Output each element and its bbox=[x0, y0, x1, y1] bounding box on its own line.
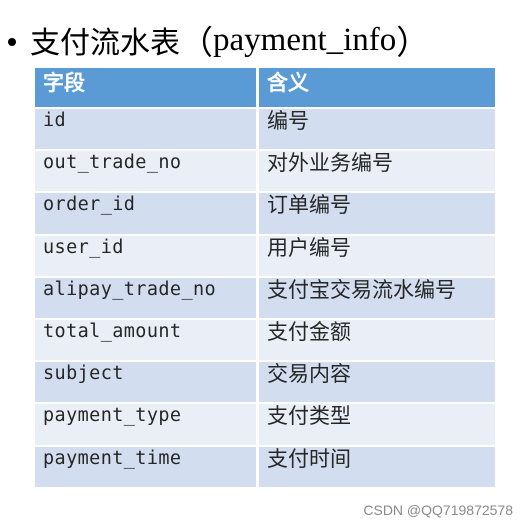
field-meaning-cell: 编号 bbox=[256, 109, 495, 150]
table-row: order_id 订单编号 bbox=[35, 191, 495, 234]
bullet-icon bbox=[8, 38, 16, 46]
title-paren-open: （ bbox=[180, 26, 213, 62]
table-row: payment_time 支付时间 bbox=[35, 444, 495, 487]
table-header-row: 字段 含义 bbox=[35, 68, 495, 107]
field-name-cell: order_id bbox=[35, 193, 256, 234]
field-name-cell: subject bbox=[35, 362, 256, 403]
slide-title: 支付流水表 （ payment_info ） bbox=[8, 18, 429, 62]
table-body: id 编号 out_trade_no 对外业务编号 order_id 订单编号 user_i… bbox=[35, 107, 495, 487]
table-row: subject 交易内容 bbox=[35, 360, 495, 403]
field-meaning-cell: 支付金额 bbox=[256, 319, 495, 361]
field-name-cell: out_trade_no bbox=[35, 151, 256, 192]
field-name-cell: user_id bbox=[35, 235, 256, 276]
table-row: payment_type 支付类型 bbox=[35, 402, 495, 445]
field-name-cell: payment_time bbox=[35, 446, 256, 487]
field-name-cell: total_amount bbox=[35, 319, 256, 361]
table-row: id 编号 bbox=[35, 107, 495, 150]
field-name-cell: id bbox=[35, 109, 256, 150]
field-meaning-cell: 支付类型 bbox=[256, 404, 495, 445]
watermark: CSDN @QQ719872578 bbox=[363, 502, 513, 518]
title-text: 支付流水表 bbox=[30, 26, 180, 61]
table-row: total_amount 支付金额 bbox=[35, 317, 495, 361]
field-meaning-cell: 交易内容 bbox=[256, 362, 495, 403]
table-row: out_trade_no 对外业务编号 bbox=[35, 149, 495, 192]
table-row: user_id 用户编号 bbox=[35, 233, 495, 276]
column-header-meaning: 含义 bbox=[256, 68, 495, 107]
field-meaning-cell: 用户编号 bbox=[256, 235, 495, 276]
column-header-field: 字段 bbox=[43, 71, 85, 95]
table-row: alipay_trade_no 支付宝交易流水编号 bbox=[35, 275, 495, 318]
field-meaning-cell: 支付宝交易流水编号 bbox=[256, 277, 495, 318]
field-name-cell: payment_type bbox=[35, 404, 256, 445]
title-table-name: payment_info bbox=[213, 21, 397, 58]
fields-table: 字段 含义 id 编号 out_trade_no 对外业务编号 order_id 订单编号… bbox=[35, 68, 495, 487]
field-meaning-cell: 订单编号 bbox=[256, 193, 495, 234]
field-meaning-cell: 对外业务编号 bbox=[256, 151, 495, 192]
field-meaning-cell: 支付时间 bbox=[256, 446, 495, 487]
title-paren-close: ） bbox=[396, 26, 430, 62]
field-name-cell: alipay_trade_no bbox=[35, 277, 256, 318]
